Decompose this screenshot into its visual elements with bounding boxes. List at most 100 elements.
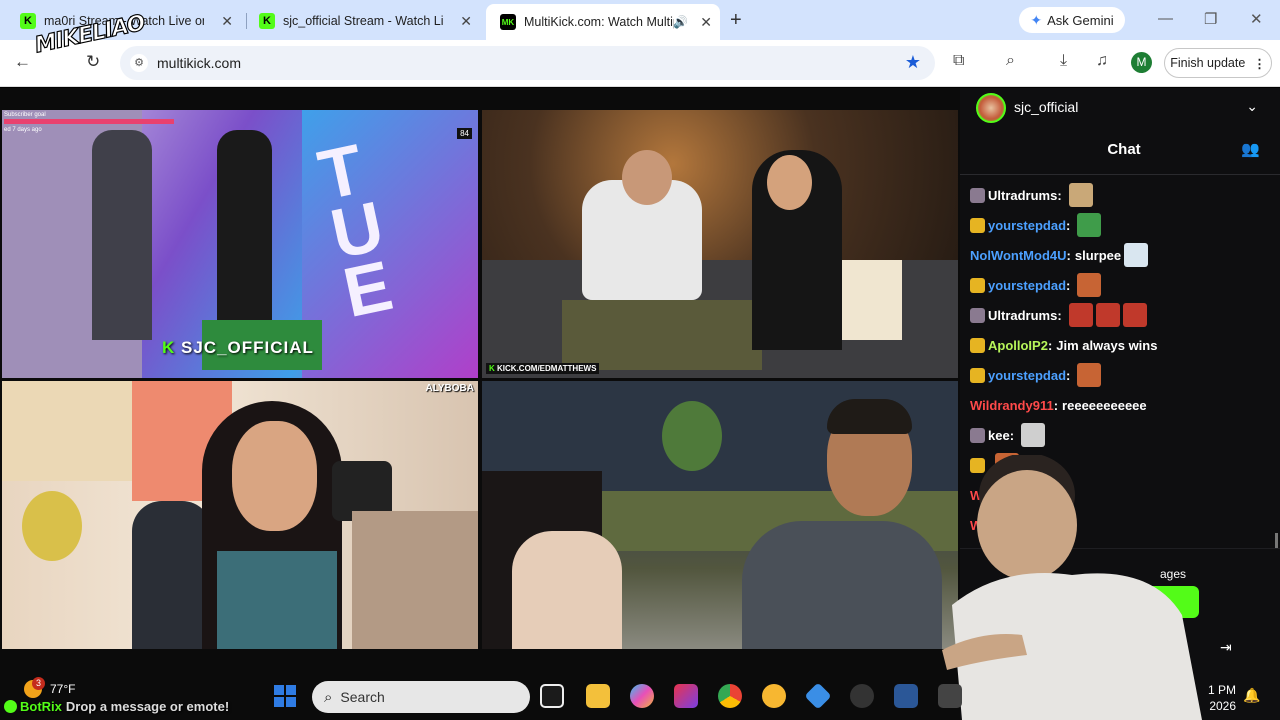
tab-strip: K ma0ri Stream - Watch Live on Kick ✕ K … [0, 0, 1280, 40]
close-window-icon[interactable]: ✕ [1250, 10, 1263, 28]
chat-text: Jim always wins [1056, 337, 1158, 353]
chat-username[interactable]: ApolloIP2 [988, 338, 1048, 353]
system-clock[interactable]: 1 PM 2026 [1208, 682, 1236, 714]
chat-text: slurpee [1074, 247, 1122, 263]
clock-time: 1 PM [1208, 683, 1237, 697]
video-region [827, 399, 912, 434]
copilot-icon[interactable] [630, 684, 654, 708]
close-tab-icon[interactable]: ✕ [700, 14, 712, 31]
close-tab-icon[interactable]: ✕ [221, 13, 233, 30]
chat-colon: : [1047, 337, 1053, 353]
stream-player-edmatthews[interactable]: K KICK.COM/EDMATTHEWS [482, 110, 958, 378]
video-region [217, 551, 337, 649]
stream-player-street[interactable] [482, 381, 958, 649]
video-region [132, 501, 212, 649]
emote-icon [1077, 213, 1102, 237]
bookmark-star-icon[interactable]: ★ [905, 52, 921, 73]
chat-message: Ultradrums: [970, 300, 1270, 330]
search-placeholder: Search [340, 689, 385, 705]
chat-username[interactable]: Wildrandy911 [970, 398, 1054, 413]
video-region [767, 155, 812, 210]
emote-icon [1068, 183, 1093, 207]
chat-username[interactable]: yourstepdad [988, 368, 1066, 383]
address-bar[interactable]: ⚙ multikick.com ★ [120, 46, 935, 80]
cast-search-icon[interactable]: ⌕ [1006, 52, 1015, 70]
stream-player-alyboba[interactable]: ALYBOBA [2, 381, 478, 649]
emote-icon [1021, 423, 1046, 447]
site-info-icon[interactable]: ⚙ [130, 54, 148, 72]
restore-icon[interactable]: ❐ [1204, 10, 1217, 28]
logout-icon[interactable]: ⇥ [1220, 639, 1232, 656]
kick-favicon-icon: K [259, 13, 275, 29]
finish-update-button[interactable]: Finish update ⋮ [1164, 48, 1272, 78]
users-icon[interactable]: 👥 [1241, 140, 1260, 158]
chat-username[interactable]: Ultradrums [988, 308, 1057, 323]
video-region [232, 421, 317, 531]
task-view-icon[interactable] [540, 684, 564, 708]
profile-avatar[interactable]: M [1131, 52, 1152, 73]
botrix-name: BotRix [20, 699, 62, 714]
audio-playing-icon[interactable]: 🔊 [673, 15, 688, 29]
user-badge-icon [970, 367, 985, 383]
emote-icon [1095, 303, 1120, 327]
chat-message: yourstepdad: [970, 360, 1270, 390]
store-app-icon[interactable] [674, 684, 698, 708]
tab-multikick[interactable]: MK MultiKick.com: Watch Multiple Kick St… [486, 4, 720, 40]
chat-text: reeeeeeeeeee [1062, 397, 1147, 413]
gemini-sparkle-icon: ✦ [1030, 11, 1043, 28]
botrix-icon [4, 700, 17, 713]
obs-icon[interactable] [850, 684, 874, 708]
video-region [562, 300, 762, 370]
weather-temp: 77°F [50, 682, 76, 696]
channel-name: sjc_official [1014, 99, 1079, 115]
reload-icon[interactable]: ↻ [86, 52, 100, 72]
close-tab-icon[interactable]: ✕ [460, 13, 472, 30]
chat-message: yourstepdad: [970, 210, 1270, 240]
file-explorer-icon[interactable] [586, 684, 610, 708]
back-icon[interactable]: ← [14, 52, 31, 72]
windows-start-icon[interactable] [274, 685, 296, 707]
notification-badge: 3 [32, 677, 45, 690]
taskbar-search[interactable]: ⌕ Search [312, 681, 530, 713]
emote-icon [1077, 273, 1102, 297]
grid-app-icon[interactable] [938, 684, 962, 708]
stream-player-sjc-official[interactable]: TUE Subscriber goal ed 7 days ago 84 K S… [2, 110, 478, 378]
video-region [92, 130, 152, 340]
chat-message: NolWontMod4U: slurpee [970, 240, 1270, 270]
ask-gemini-button[interactable]: ✦ Ask Gemini [1019, 7, 1125, 33]
new-tab-button[interactable]: + [730, 9, 742, 32]
chat-username[interactable]: Ultradrums [988, 188, 1057, 203]
extensions-icon[interactable]: ⧉ [953, 52, 964, 70]
gemini-label: Ask Gemini [1047, 12, 1114, 28]
chevron-down-icon[interactable]: ⌄ [1246, 98, 1258, 115]
emote-icon [1124, 243, 1149, 267]
chat-message: ApolloIP2: Jim always wins [970, 330, 1270, 360]
download-icon[interactable]: ⤓ [1060, 52, 1067, 70]
user-badge-icon [970, 277, 985, 293]
chrome-icon[interactable] [718, 684, 742, 708]
user-badge-icon [970, 427, 985, 443]
chat-colon: : [1066, 367, 1071, 383]
channel-header[interactable]: sjc_official ⌄ [960, 88, 1280, 128]
minimize-icon[interactable]: — [1158, 10, 1173, 27]
chat-message: Ultradrums: [970, 180, 1270, 210]
chat-colon: : [1057, 307, 1062, 323]
chat-username[interactable]: yourstepdad [988, 218, 1066, 233]
chat-username[interactable]: NolWontMod4U [970, 248, 1067, 263]
chat-colon: : [1066, 247, 1071, 263]
subscriber-goal-label: Subscriber goal [4, 112, 46, 118]
notification-bell-icon[interactable]: 🔔 [1243, 687, 1260, 704]
tab-sjc-official[interactable]: K sjc_official Stream - Watch Live on Ki… [245, 6, 480, 36]
overlay-face [977, 470, 1077, 580]
tab-title: MultiKick.com: Watch Multiple Kick Strea… [524, 15, 674, 29]
sun-app-icon[interactable] [762, 684, 786, 708]
media-control-icon[interactable]: ♫ [1096, 52, 1108, 70]
chat-username[interactable]: kee [988, 428, 1010, 443]
word-icon[interactable] [894, 684, 918, 708]
menu-dots-icon: ⋮ [1253, 56, 1266, 71]
botrix-chat-input[interactable]: BotRix Drop a message or emote! [4, 699, 229, 714]
chat-username[interactable]: yourstepdad [988, 278, 1066, 293]
weather-widget[interactable]: 3 77°F [24, 677, 76, 698]
browser-toolbar: ← ↻ ⚙ multikick.com ★ ⧉ ⌕ ⤓ ♫ M Finish u… [0, 40, 1280, 87]
video-region [842, 260, 902, 340]
